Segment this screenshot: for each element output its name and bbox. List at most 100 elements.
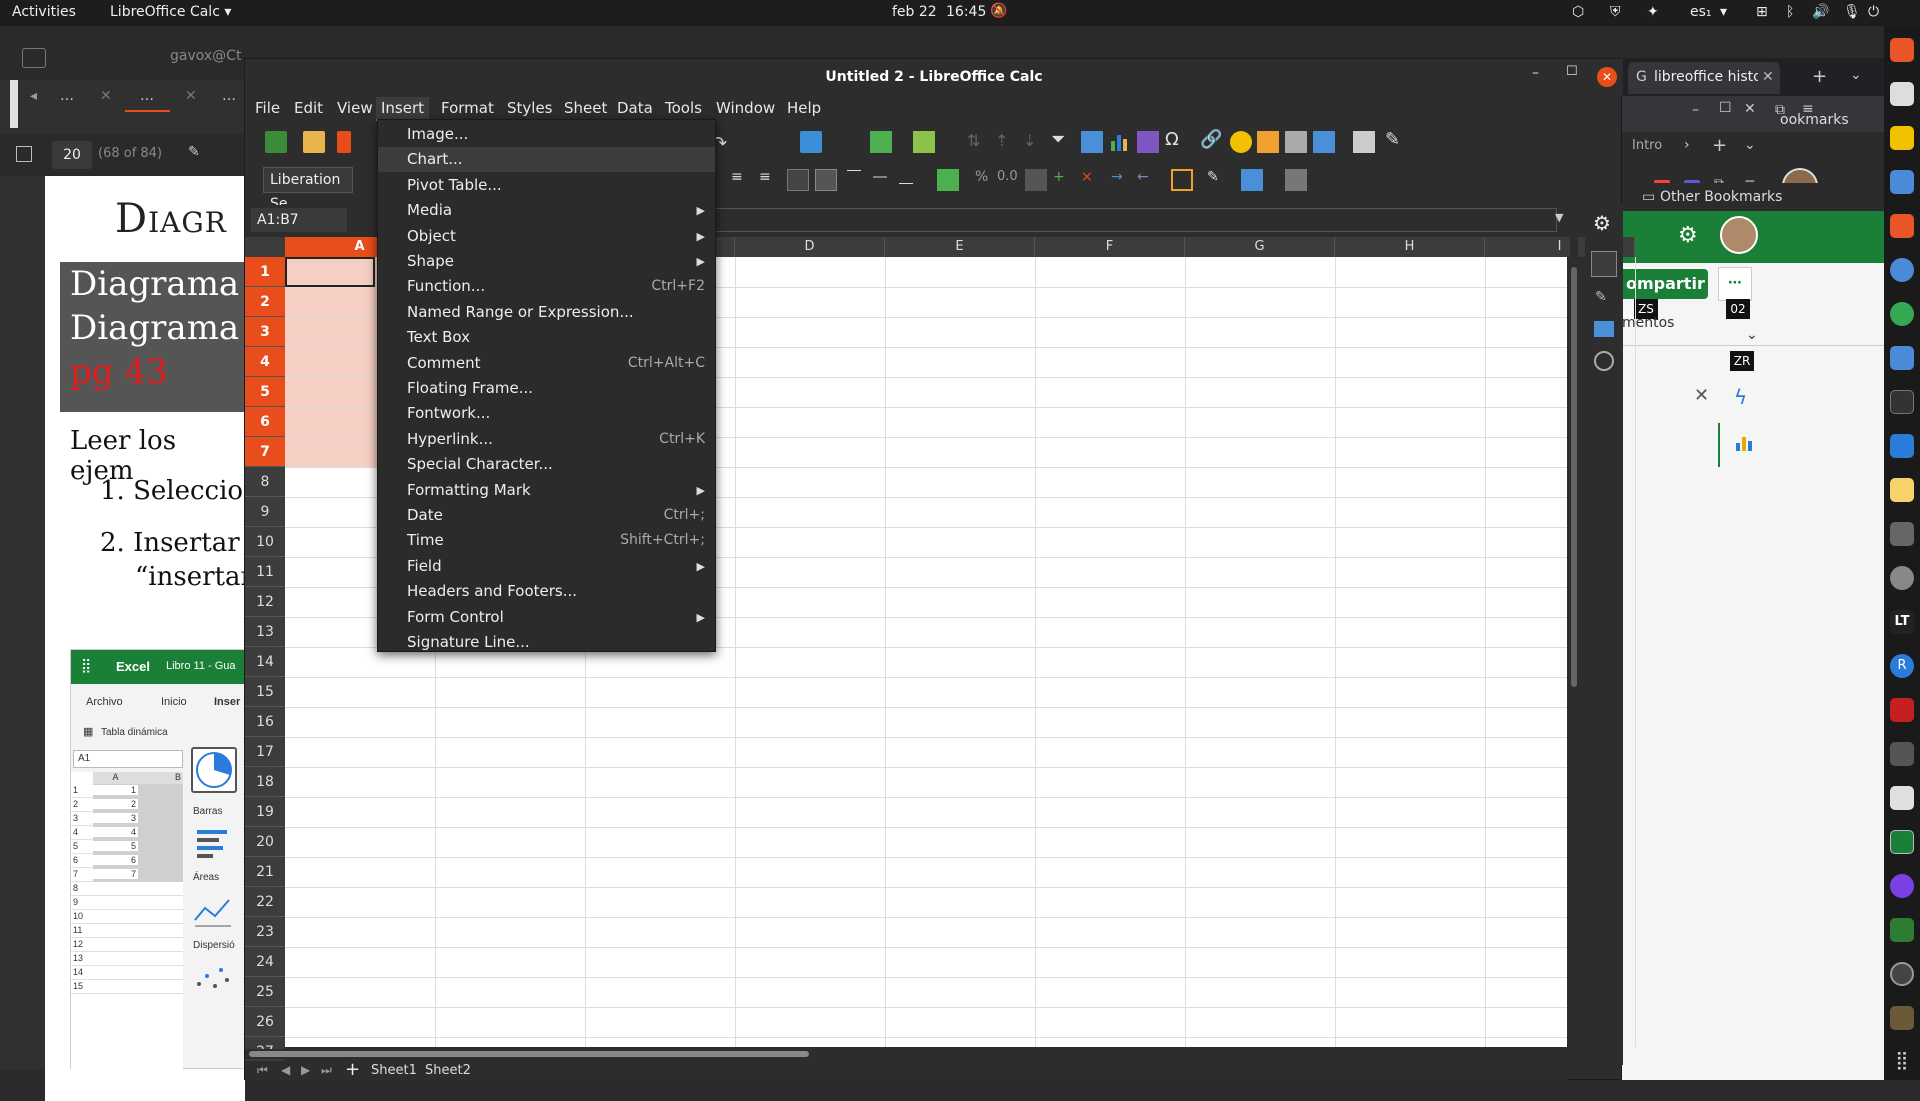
sheet-tab-1[interactable]: Sheet1 xyxy=(371,1063,417,1078)
settings-icon[interactable] xyxy=(1890,962,1914,986)
extension-icon[interactable]: ✦ xyxy=(1647,4,1659,20)
new-tab-icon[interactable]: + xyxy=(1812,66,1827,87)
row-header-4[interactable]: 4 xyxy=(245,347,285,377)
close-window-button[interactable]: ✕ xyxy=(1597,67,1617,87)
chevron-down-icon[interactable]: ⌄ xyxy=(1746,327,1758,343)
video-icon[interactable] xyxy=(1890,742,1914,766)
clock-time[interactable]: 16:45 xyxy=(946,4,986,20)
menu-sheet[interactable]: Sheet xyxy=(564,99,607,117)
gear-icon[interactable]: ⚙ xyxy=(1678,223,1698,248)
shield-icon[interactable]: ⛨ xyxy=(1610,4,1621,20)
row-header-10[interactable]: 10 xyxy=(245,527,285,557)
game-icon[interactable] xyxy=(1890,918,1914,942)
define-print-area-icon[interactable] xyxy=(1285,131,1307,153)
close-icon[interactable]: ✕ xyxy=(1694,385,1709,406)
disks-icon[interactable] xyxy=(1890,566,1914,590)
expand-formula-icon[interactable]: ▼ xyxy=(1555,211,1563,224)
horizontal-scrollbar[interactable] xyxy=(245,1049,1567,1059)
tab-more-3[interactable]: … xyxy=(222,88,236,104)
tab-scroll-left-icon[interactable]: ◂ xyxy=(30,88,37,104)
menu-format[interactable]: Format xyxy=(441,99,494,117)
select-all-corner[interactable] xyxy=(245,237,285,257)
vertical-scrollbar[interactable] xyxy=(1570,237,1578,1047)
other-bookmarks[interactable]: Other Bookmarks xyxy=(1660,189,1782,205)
bluetooth-icon[interactable]: ᛒ xyxy=(1786,4,1794,20)
text-editor-icon[interactable] xyxy=(1890,786,1914,810)
freeze-rows-icon[interactable] xyxy=(1313,131,1335,153)
software-icon[interactable] xyxy=(1890,214,1914,238)
comentarios-label[interactable]: mentos xyxy=(1622,315,1674,331)
row-header-2[interactable]: 2 xyxy=(245,287,285,317)
spellcheck-icon[interactable] xyxy=(800,131,822,153)
chevron-right-icon[interactable]: › xyxy=(1684,137,1690,153)
tab-more-2[interactable]: … xyxy=(140,88,154,104)
chart-icon[interactable] xyxy=(1734,433,1754,453)
column-header-h[interactable]: H xyxy=(1335,237,1485,257)
menu-item-special-character[interactable]: Special Character... xyxy=(378,452,715,477)
microphone-icon[interactable]: 🎙 xyxy=(1843,4,1861,20)
insert-chart-icon[interactable] xyxy=(1109,131,1131,153)
column-header-d[interactable]: D xyxy=(735,237,885,257)
notes-icon[interactable] xyxy=(1890,478,1914,502)
row-header-26[interactable]: 26 xyxy=(245,1007,285,1037)
minimize-icon[interactable]: – xyxy=(1692,102,1699,118)
close-icon[interactable]: ✕ xyxy=(1762,69,1774,85)
sidebar-icon[interactable] xyxy=(16,146,32,162)
row-header-12[interactable]: 12 xyxy=(245,587,285,617)
navigator-icon[interactable] xyxy=(1594,351,1614,371)
menu-item-object[interactable]: Object ▶ xyxy=(378,224,715,249)
row-header-11[interactable]: 11 xyxy=(245,557,285,587)
row-header-21[interactable]: 21 xyxy=(245,857,285,887)
menu-data[interactable]: Data xyxy=(617,99,653,117)
menu-item-formatting-mark[interactable]: Formatting Mark ▶ xyxy=(378,478,715,503)
row-header-9[interactable]: 9 xyxy=(245,497,285,527)
styles-icon[interactable]: ✎ xyxy=(1595,289,1607,305)
sidebar-settings-icon[interactable]: ⚙ xyxy=(1593,211,1611,235)
menu-styles[interactable]: Styles xyxy=(507,99,553,117)
menu-item-image[interactable]: Image... xyxy=(378,122,715,147)
row-header-22[interactable]: 22 xyxy=(245,887,285,917)
row-header-24[interactable]: 24 xyxy=(245,947,285,977)
writer-icon[interactable] xyxy=(1890,170,1914,194)
presentation-icon[interactable] xyxy=(1890,698,1914,722)
browser-tab[interactable]: G libreoffice histog ✕ xyxy=(1628,62,1780,94)
inner-tab-intro[interactable]: Intro xyxy=(1632,138,1662,153)
column-icon[interactable] xyxy=(913,131,935,153)
bookmarks-label[interactable]: ookmarks xyxy=(1780,112,1849,128)
close-icon[interactable]: ✕ xyxy=(185,88,197,104)
save-icon[interactable] xyxy=(337,131,351,153)
edit-pencil-icon[interactable]: ✎ xyxy=(188,144,200,160)
more-options-button[interactable]: ⋯ xyxy=(1718,267,1752,301)
row-header-25[interactable]: 25 xyxy=(245,977,285,1007)
chevron-down-icon[interactable]: ⌄ xyxy=(1744,137,1756,153)
row-header-14[interactable]: 14 xyxy=(245,647,285,677)
archive-icon[interactable] xyxy=(1890,1006,1914,1030)
last-sheet-icon[interactable]: ⏭ xyxy=(321,1063,332,1078)
headers-footers-icon[interactable] xyxy=(1257,131,1279,153)
files-icon[interactable] xyxy=(1890,82,1914,106)
menu-item-text-box[interactable]: Text Box xyxy=(378,325,715,350)
row-header-7[interactable]: 7 xyxy=(245,437,285,467)
volume-icon[interactable]: 🔊 xyxy=(1812,4,1829,20)
minimize-icon[interactable]: – xyxy=(1532,65,1539,81)
menu-view[interactable]: View xyxy=(337,99,373,117)
column-header-f[interactable]: F xyxy=(1035,237,1185,257)
sidebar-toggle-icon[interactable] xyxy=(22,48,46,68)
row-header-18[interactable]: 18 xyxy=(245,767,285,797)
properties-icon[interactable] xyxy=(1591,251,1617,277)
sort-descending-icon[interactable]: ⇣ xyxy=(1023,131,1036,150)
close-icon[interactable]: ✕ xyxy=(100,88,112,104)
open-folder-icon[interactable] xyxy=(303,131,325,153)
next-sheet-icon[interactable]: ▶ xyxy=(301,1063,310,1077)
new-document-icon[interactable] xyxy=(265,131,287,153)
menu-item-signature-line[interactable]: Signature Line... xyxy=(378,630,715,655)
prev-sheet-icon[interactable]: ◀ xyxy=(281,1063,290,1077)
menu-edit[interactable]: Edit xyxy=(294,99,323,117)
hyperlink-icon[interactable]: 🔗 xyxy=(1200,129,1222,150)
terminal-icon[interactable] xyxy=(1890,390,1914,414)
maximize-icon[interactable]: ☐ xyxy=(1719,100,1732,116)
dropbox-icon[interactable]: ⬡ xyxy=(1572,4,1584,20)
row-header-5[interactable]: 5 xyxy=(245,377,285,407)
zotero-icon[interactable] xyxy=(1890,874,1914,898)
menu-item-media[interactable]: Media ▶ xyxy=(378,198,715,223)
